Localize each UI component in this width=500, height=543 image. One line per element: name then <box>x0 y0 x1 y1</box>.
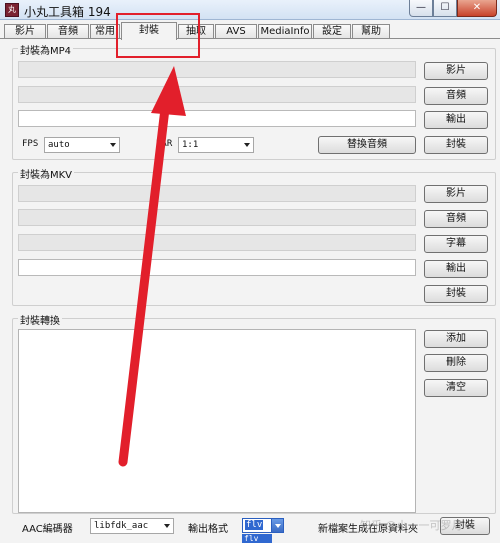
tab-mux[interactable]: 封裝 <box>121 22 177 40</box>
annotation-arrow-icon <box>118 66 186 467</box>
watermark-text: 知乎 @小一一可罗月 <box>360 519 463 532</box>
